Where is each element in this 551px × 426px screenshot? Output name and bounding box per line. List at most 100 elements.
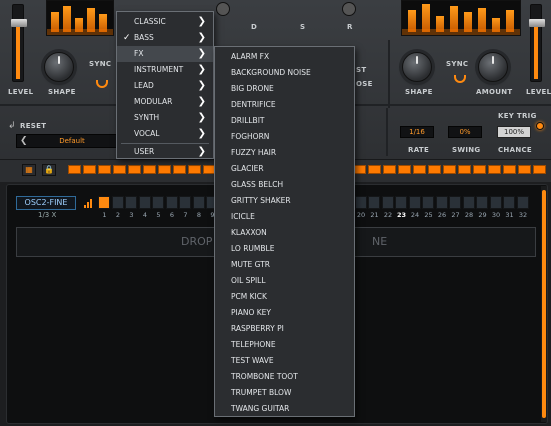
fx-preset-item[interactable]: TRUMPET BLOW bbox=[215, 385, 354, 401]
step-number: 22 bbox=[383, 211, 393, 219]
preset-dropdown[interactable]: ❮ Default bbox=[16, 134, 128, 148]
step-cell[interactable] bbox=[516, 196, 529, 209]
reset-arrow-icon: ↲ bbox=[8, 121, 16, 131]
step-cell[interactable] bbox=[503, 196, 515, 209]
chance-value[interactable]: 100% bbox=[497, 126, 531, 138]
right-shape-knob[interactable] bbox=[402, 52, 432, 82]
preset-prev-icon[interactable]: ❮ bbox=[20, 135, 28, 147]
menu-item-vocal[interactable]: VOCAL ❯ bbox=[117, 126, 213, 142]
step-cell[interactable] bbox=[179, 196, 191, 209]
checkmark-icon: ✓ bbox=[123, 33, 131, 43]
step-cell[interactable] bbox=[449, 196, 461, 209]
menu-item-modular[interactable]: MODULAR ❯ bbox=[117, 94, 213, 110]
fx-preset-item[interactable]: BIG DRONE bbox=[215, 81, 354, 97]
step-cell[interactable] bbox=[192, 196, 205, 209]
rate-label: RATE bbox=[408, 146, 430, 154]
reset-label[interactable]: RESET bbox=[20, 122, 46, 130]
fx-preset-item[interactable]: MUTE GTR bbox=[215, 257, 354, 273]
menu-item-lead[interactable]: LEAD ❯ bbox=[117, 78, 213, 94]
lock-icon[interactable]: 🔒 bbox=[42, 164, 56, 176]
step-cell[interactable] bbox=[165, 196, 178, 209]
left-sync-toggle[interactable] bbox=[96, 80, 108, 88]
knob-label-r: R bbox=[347, 23, 353, 31]
step-cell[interactable] bbox=[381, 196, 394, 209]
step-cell[interactable] bbox=[476, 196, 488, 209]
menu-item-label: LEAD bbox=[134, 81, 154, 90]
step-cell[interactable] bbox=[111, 196, 124, 209]
fx-preset-item[interactable]: RASPBERRY PI bbox=[215, 321, 354, 337]
step-cell[interactable] bbox=[435, 196, 448, 209]
preset-value: Default bbox=[59, 137, 85, 145]
fx-preset-item[interactable]: FUZZY HAIR bbox=[215, 145, 354, 161]
left-shape-knob[interactable] bbox=[44, 52, 74, 82]
rate-multiplier[interactable]: 1/3 X bbox=[38, 211, 56, 219]
fx-preset-item[interactable]: FOGHORN bbox=[215, 129, 354, 145]
fx-preset-item[interactable]: ICICLE bbox=[215, 209, 354, 225]
right-sync-toggle[interactable] bbox=[454, 75, 466, 83]
partial-label-st: ST bbox=[356, 66, 367, 74]
fx-preset-item[interactable]: GRITTY SHAKER bbox=[215, 193, 354, 209]
step-number: 30 bbox=[491, 211, 501, 219]
step-cell[interactable] bbox=[395, 196, 407, 209]
top-knob-1[interactable] bbox=[216, 2, 230, 16]
top-knob-2[interactable] bbox=[342, 2, 356, 16]
menu-item-label: USER bbox=[134, 147, 155, 156]
menu-item-classic[interactable]: CLASSIC ❯ bbox=[117, 14, 213, 30]
step-cell[interactable] bbox=[354, 196, 367, 209]
step-cell[interactable] bbox=[489, 196, 502, 209]
step-cell[interactable] bbox=[368, 196, 380, 209]
fx-submenu: ALARM FX BACKGROUND NOISE BIG DRONE DENTRIF… bbox=[214, 46, 355, 417]
step-number: 3 bbox=[129, 211, 134, 219]
step-cell[interactable] bbox=[138, 196, 151, 209]
left-waveform-display bbox=[46, 0, 114, 36]
menu-item-fx[interactable]: FX ❯ bbox=[117, 46, 213, 62]
fx-preset-item[interactable]: TELEPHONE bbox=[215, 337, 354, 353]
left-shape-label: SHAPE bbox=[48, 88, 76, 96]
fx-preset-item[interactable]: GLASS BELCH bbox=[215, 177, 354, 193]
fx-preset-item[interactable]: TWANG GUITAR bbox=[215, 401, 354, 417]
menu-item-label: FX bbox=[134, 49, 144, 58]
menu-item-instrument[interactable]: INSTRUMENT ❯ bbox=[117, 62, 213, 78]
fx-preset-item[interactable]: LO RUMBLE bbox=[215, 241, 354, 257]
menu-item-bass[interactable]: ✓ BASS ❯ bbox=[117, 30, 213, 46]
menu-item-user[interactable]: USER ❯ bbox=[117, 144, 213, 160]
drop-text-right: NE bbox=[372, 235, 388, 248]
fx-preset-item[interactable]: DRILLBIT bbox=[215, 113, 354, 129]
rate-value[interactable]: 1/16 bbox=[400, 126, 434, 138]
step-cell[interactable] bbox=[152, 196, 164, 209]
step-cell[interactable] bbox=[125, 196, 137, 209]
fx-preset-item[interactable]: TROMBONE TOOT bbox=[215, 369, 354, 385]
left-level-slider[interactable] bbox=[11, 4, 27, 82]
step-cell[interactable] bbox=[422, 196, 434, 209]
submenu-arrow-icon: ❯ bbox=[197, 146, 206, 157]
category-menu: CLASSIC ❯ ✓ BASS ❯ FX ❯ INSTRUMENT ❯ LEAD ❯ MODULAR… bbox=[116, 11, 214, 159]
menu-item-label: CLASSIC bbox=[134, 17, 166, 26]
fx-preset-item[interactable]: KLAXXON bbox=[215, 225, 354, 241]
menu-item-synth[interactable]: SYNTH ❯ bbox=[117, 110, 213, 126]
amount-knob[interactable] bbox=[478, 52, 508, 82]
fx-preset-item[interactable]: BACKGROUND NOISE bbox=[215, 65, 354, 81]
param-select[interactable]: OSC2-FINE bbox=[16, 196, 76, 210]
fx-preset-item[interactable]: PIANO KEY bbox=[215, 305, 354, 321]
grid-icon[interactable]: ▦ bbox=[22, 164, 36, 176]
fx-preset-item[interactable]: OIL SPILL bbox=[215, 273, 354, 289]
right-level-slider[interactable] bbox=[529, 4, 545, 82]
knob-label-d: D bbox=[251, 23, 258, 31]
menu-item-label: SYNTH bbox=[134, 113, 160, 122]
fx-preset-item[interactable]: ALARM FX bbox=[215, 49, 354, 65]
fx-preset-item[interactable]: DENTRIFICE bbox=[215, 97, 354, 113]
step-number: 25 bbox=[424, 211, 433, 219]
key-trig-led[interactable] bbox=[536, 122, 544, 130]
menu-item-label: MODULAR bbox=[134, 97, 173, 106]
submenu-arrow-icon: ❯ bbox=[197, 112, 206, 123]
fx-preset-item[interactable]: PCM KICK bbox=[215, 289, 354, 305]
step-number: 2 bbox=[115, 211, 121, 219]
sequencer-scrollbar[interactable] bbox=[541, 186, 547, 422]
step-cell[interactable] bbox=[462, 196, 475, 209]
fx-preset-item[interactable]: TEST WAVE bbox=[215, 353, 354, 369]
swing-value[interactable]: 0% bbox=[448, 126, 482, 138]
step-cell[interactable] bbox=[408, 196, 421, 209]
step-cell[interactable] bbox=[98, 196, 110, 209]
fx-preset-item[interactable]: GLACIER bbox=[215, 161, 354, 177]
menu-item-label: VOCAL bbox=[134, 129, 160, 138]
